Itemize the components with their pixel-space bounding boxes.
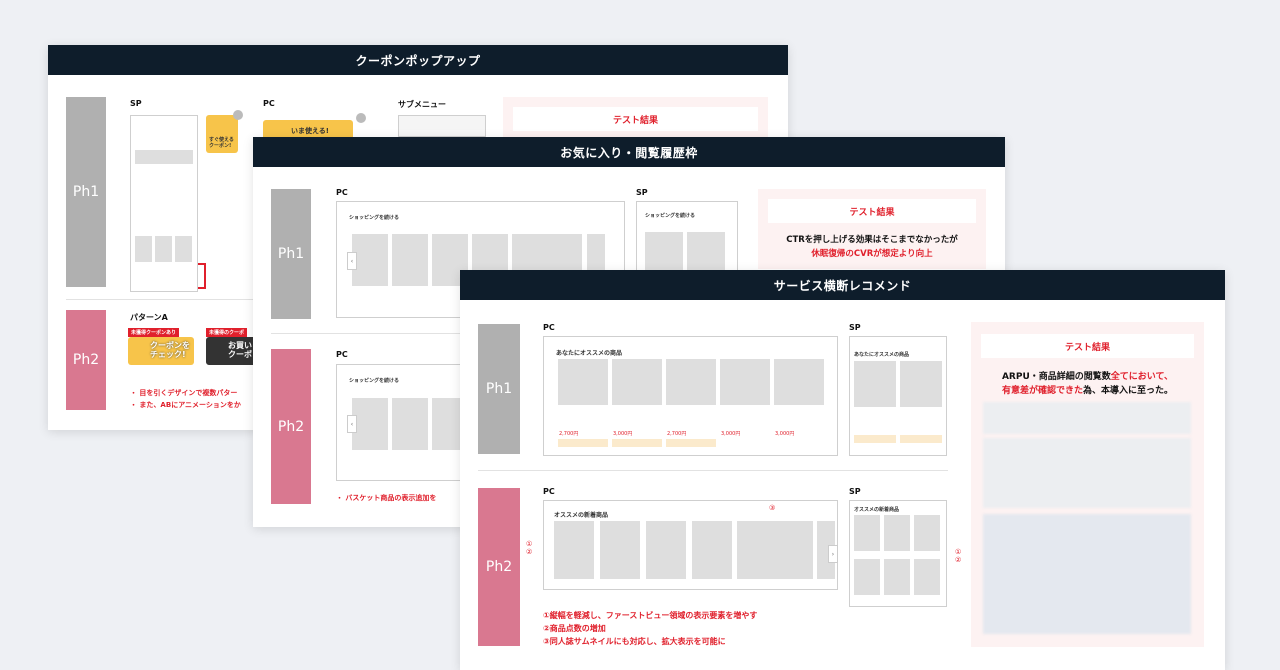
test-result-panel: テスト結果 CTRを押し上げる効果はそこまでなかったが 休眠復帰のCVRが想定よ… xyxy=(758,189,986,269)
shopping-title: ショッピングを続ける xyxy=(645,213,696,219)
note-line-2: ②商品点数の増加 xyxy=(543,624,606,633)
annotation-1-2: ① ② xyxy=(526,540,533,556)
result-line-2: 休眠復帰のCVRが想定より向上 xyxy=(811,249,933,259)
note-line-1: ・ 目を引くデザインで複数パター xyxy=(130,389,238,397)
pc-label-ph2: PC xyxy=(543,487,555,496)
sp-coupon-text: すぐ使える クーポン! xyxy=(209,137,234,149)
pc-label: PC xyxy=(263,99,275,108)
sp-recommend-panel: あなたにオススメの商品 xyxy=(849,336,947,456)
cross-service-recommend-card: サービス横断レコメンド Ph1 Ph2 PC あなたにオススメの商品 2,700… xyxy=(460,270,1225,670)
coupon-check-button[interactable]: クーポンを チェック! xyxy=(128,337,194,365)
phase-2-label: Ph2 xyxy=(271,349,311,504)
coupon-badge: 未獲得クーポンあり xyxy=(128,328,180,337)
blurred-report-stats xyxy=(983,438,1191,508)
note-line: ・ バスケット商品の表示追加を xyxy=(336,494,437,502)
price: 3,000円 xyxy=(775,431,795,437)
carousel-prev-icon[interactable]: ‹ xyxy=(347,415,357,433)
annotation-1-2-sp: ① ② xyxy=(955,548,962,564)
note-line-2: ・ また、ABにアニメーションをか xyxy=(130,401,241,409)
new-items-title: オススメの新着商品 xyxy=(554,512,609,519)
coupon-button-2[interactable]: お買い クーポ xyxy=(206,337,256,365)
note-line-1: ①縦幅を軽減し、ファーストビュー領域の表示要素を増やす xyxy=(543,611,758,620)
recommend-title: あなたにオススメの商品 xyxy=(556,350,623,357)
pattern-a-label: パターンA xyxy=(130,313,168,322)
pc-new-items-panel: オススメの新着商品 › xyxy=(543,500,838,590)
result-line-2b: 為、本導入に至った。 xyxy=(1083,386,1174,396)
phase-2-label: Ph2 xyxy=(478,488,520,646)
result-line-2a: 有意差が確認できた xyxy=(1001,386,1083,396)
test-result-title: テスト結果 xyxy=(981,334,1194,358)
test-result-panel: テスト結果 ARPU・商品詳細の閲覧数全てにおいて、 有意差が確認できた為、本導… xyxy=(971,322,1204,647)
shopping-title: ショッピングを続ける xyxy=(349,378,400,384)
card-title: サービス横断レコメンド xyxy=(460,270,1225,300)
coupon-badge-2: 未獲得のクーポ xyxy=(206,328,248,337)
price: 3,000円 xyxy=(613,431,633,437)
test-result-title: テスト結果 xyxy=(513,107,758,131)
sp-label: SP xyxy=(636,188,648,197)
phase-1-label: Ph1 xyxy=(66,97,106,287)
submenu-screenshot xyxy=(398,115,486,137)
sp-label: SP xyxy=(130,99,142,108)
annotation-3: ③ xyxy=(769,504,776,512)
pc-label: PC xyxy=(543,323,555,332)
card-title: お気に入り・閲覧履歴枠 xyxy=(253,137,1005,167)
coupon-button-2-text: お買い クーポ xyxy=(228,341,252,359)
sp-new-items-panel: オススメの新着商品 xyxy=(849,500,947,607)
close-icon[interactable] xyxy=(356,113,366,123)
sp-label: SP xyxy=(849,323,861,332)
sp-coupon-popup[interactable]: すぐ使える クーポン! xyxy=(206,115,238,153)
result-line-1a: ARPU・商品詳細の閲覧数 xyxy=(1001,372,1111,382)
result-line-1b: 全てにおいて、 xyxy=(1110,372,1174,382)
pc-shopping-panel-ph2: ショッピングを続ける ‹ xyxy=(336,364,468,481)
carousel-next-icon[interactable]: › xyxy=(828,545,838,563)
sp-label-ph2: SP xyxy=(849,487,861,496)
test-result-panel: テスト結果 xyxy=(503,97,768,137)
note-line-3: ③同人誌サムネイルにも対応し、拡大表示を可能に xyxy=(543,637,726,646)
shopping-title: ショッピングを続ける xyxy=(349,215,400,221)
pc-recommend-panel: あなたにオススメの商品 2,700円 3,000円 2,700円 3,000円 … xyxy=(543,336,838,456)
pc-label-ph2: PC xyxy=(336,350,348,359)
card-title: クーポンポップアップ xyxy=(48,45,788,75)
close-icon[interactable] xyxy=(233,110,243,120)
phase-2-label: Ph2 xyxy=(66,310,106,410)
phase-1-label: Ph1 xyxy=(271,189,311,319)
highlight-bracket xyxy=(198,263,206,289)
submenu-label: サブメニュー xyxy=(398,100,446,109)
price: 2,700円 xyxy=(559,431,579,437)
carousel-prev-icon[interactable]: ‹ xyxy=(347,252,357,270)
blurred-report-charts xyxy=(983,514,1191,634)
phase-1-label: Ph1 xyxy=(478,324,520,454)
recommend-title: あなたにオススメの商品 xyxy=(854,352,910,358)
test-result-title: テスト結果 xyxy=(768,199,976,223)
phase-divider xyxy=(478,470,948,471)
pc-label: PC xyxy=(336,188,348,197)
coupon-check-text: クーポンを チェック! xyxy=(150,341,190,359)
price: 3,000円 xyxy=(721,431,741,437)
sp-screenshot xyxy=(130,115,198,292)
result-line-1: CTRを押し上げる効果はそこまでなかったが xyxy=(786,235,958,245)
pc-coupon-text: いま使える! xyxy=(291,127,329,135)
new-items-title: オススメの新着商品 xyxy=(854,507,900,513)
blurred-report-table xyxy=(983,402,1191,434)
price: 2,700円 xyxy=(667,431,687,437)
